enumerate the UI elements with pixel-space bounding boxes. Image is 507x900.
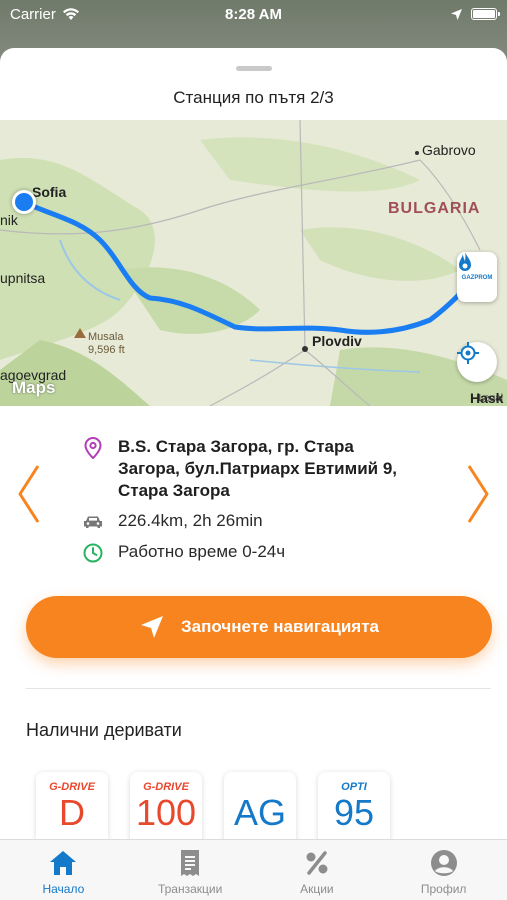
map-label-country: BULGARIA [388,200,481,217]
clock-icon [82,542,104,564]
location-arrow-icon [451,8,462,20]
map-label-plovdiv: Plovdiv [312,333,362,349]
hours-row: Работно време 0-24ч [82,541,402,564]
tab-percent[interactable]: Акции [254,840,381,900]
status-bar: Carrier 8:28 AM [0,0,507,28]
tab-label: Начало [42,882,85,896]
status-right [450,8,500,21]
navigation-arrow-icon [141,616,164,638]
previous-station-arrow[interactable] [16,464,42,524]
station-sheet: Станция по пътя 2/3 Sofia nik Gabrovo BU… [0,48,507,900]
sheet-grabber[interactable] [235,66,272,71]
carrier-label: Carrier [10,5,56,23]
profile-icon [429,848,459,878]
flame-icon [459,252,471,271]
crosshair-icon [457,342,479,364]
gazprom-station-pin[interactable]: GAZPROM [457,252,497,302]
fuel-grade-label: AG [233,792,286,833]
user-location-dot [12,190,36,214]
map-terrain [0,120,507,406]
pin-brand-label: GAZPROM [461,275,493,281]
home-icon [48,848,78,878]
tab-label: Акции [300,882,334,896]
station-info: B.S. Стара Загора, гр. Стара Загора, бул… [0,428,507,563]
tab-profile[interactable]: Профил [380,840,507,900]
tab-label: Профил [420,882,467,896]
car-icon [82,511,104,533]
tab-label: Транзакции [157,882,223,896]
peak-height: 9,596 ft [88,344,125,356]
address-row: B.S. Стара Загора, гр. Стара Загора, бул… [82,436,402,502]
wifi-icon [62,8,79,20]
fuel-grade-label: D [59,792,85,833]
maps-logo-text: Maps [12,378,56,397]
distance-row: 226.4km, 2h 26min [82,510,402,533]
next-station-arrow[interactable] [465,464,491,524]
fuels-title: Налични деривати [26,720,182,740]
station-hours: Работно време 0-24ч [118,542,286,561]
route-map[interactable]: Sofia nik Gabrovo BULGARIA upnitsa Musal… [0,120,507,406]
sheet-title: Станция по пътя 2/3 [173,88,334,107]
status-left: Carrier [10,6,80,23]
tab-bar: Начало Транзакции Акции Профил [0,839,507,900]
station-details: B.S. Стара Загора, гр. Стара Загора, бул… [82,436,402,572]
maps-logo: Maps [12,378,55,398]
station-address: B.S. Стара Загора, гр. Стара Загора, бул… [118,437,398,500]
legal-link[interactable]: Legal [479,393,503,404]
recenter-button[interactable] [457,342,497,382]
receipt-icon [175,848,205,878]
map-label-sofia: Sofia [32,184,67,200]
fuel-grade-label: 95 [333,792,375,833]
section-divider [26,688,491,689]
tab-home[interactable]: Начало [0,840,127,900]
fuel-grade-label: 100 [135,792,197,833]
map-label-gabrovo: Gabrovo [422,142,476,158]
map-peak-label: Musala 9,596 ft [88,331,125,357]
map-label-nik: nik [0,212,18,228]
tab-receipt[interactable]: Транзакции [127,840,254,900]
battery-icon [471,8,500,20]
battery-fill [473,10,495,18]
station-distance: 226.4km, 2h 26min [118,511,263,530]
map-pin-icon [82,437,104,459]
percent-icon [302,848,332,878]
map-label-dupnitsa: upnitsa [0,270,46,286]
peak-name: Musala [88,331,124,343]
start-navigation-label: Започнете навигацията [181,617,379,636]
start-navigation-button[interactable]: Започнете навигацията [26,596,492,658]
